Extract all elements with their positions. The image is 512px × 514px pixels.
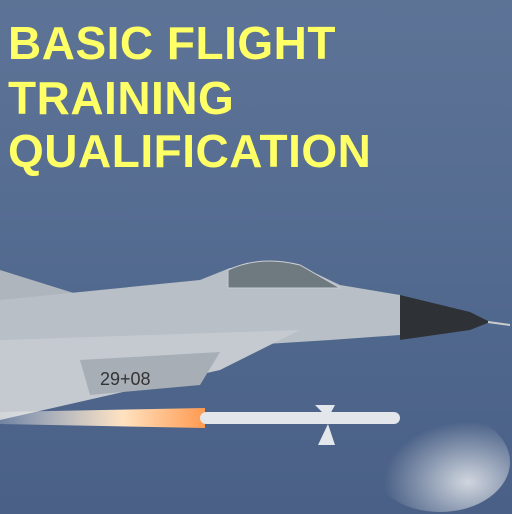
background-photo: 29+08 BASIC FLIGHT TRAINING QUALIFICATIO…	[0, 0, 512, 514]
jet-canopy	[227, 260, 342, 289]
title-line-3: QUALIFICATION	[8, 125, 372, 177]
title-line-2: TRAINING	[8, 72, 235, 124]
missile-body	[200, 412, 400, 424]
jet-nose-cone	[400, 295, 490, 340]
aircraft-marking: 29+08	[100, 369, 151, 389]
missile-fin	[318, 424, 335, 445]
sea-spray	[370, 412, 510, 512]
title-line-1: BASIC FLIGHT	[8, 17, 336, 69]
pitot-tube	[487, 321, 511, 326]
